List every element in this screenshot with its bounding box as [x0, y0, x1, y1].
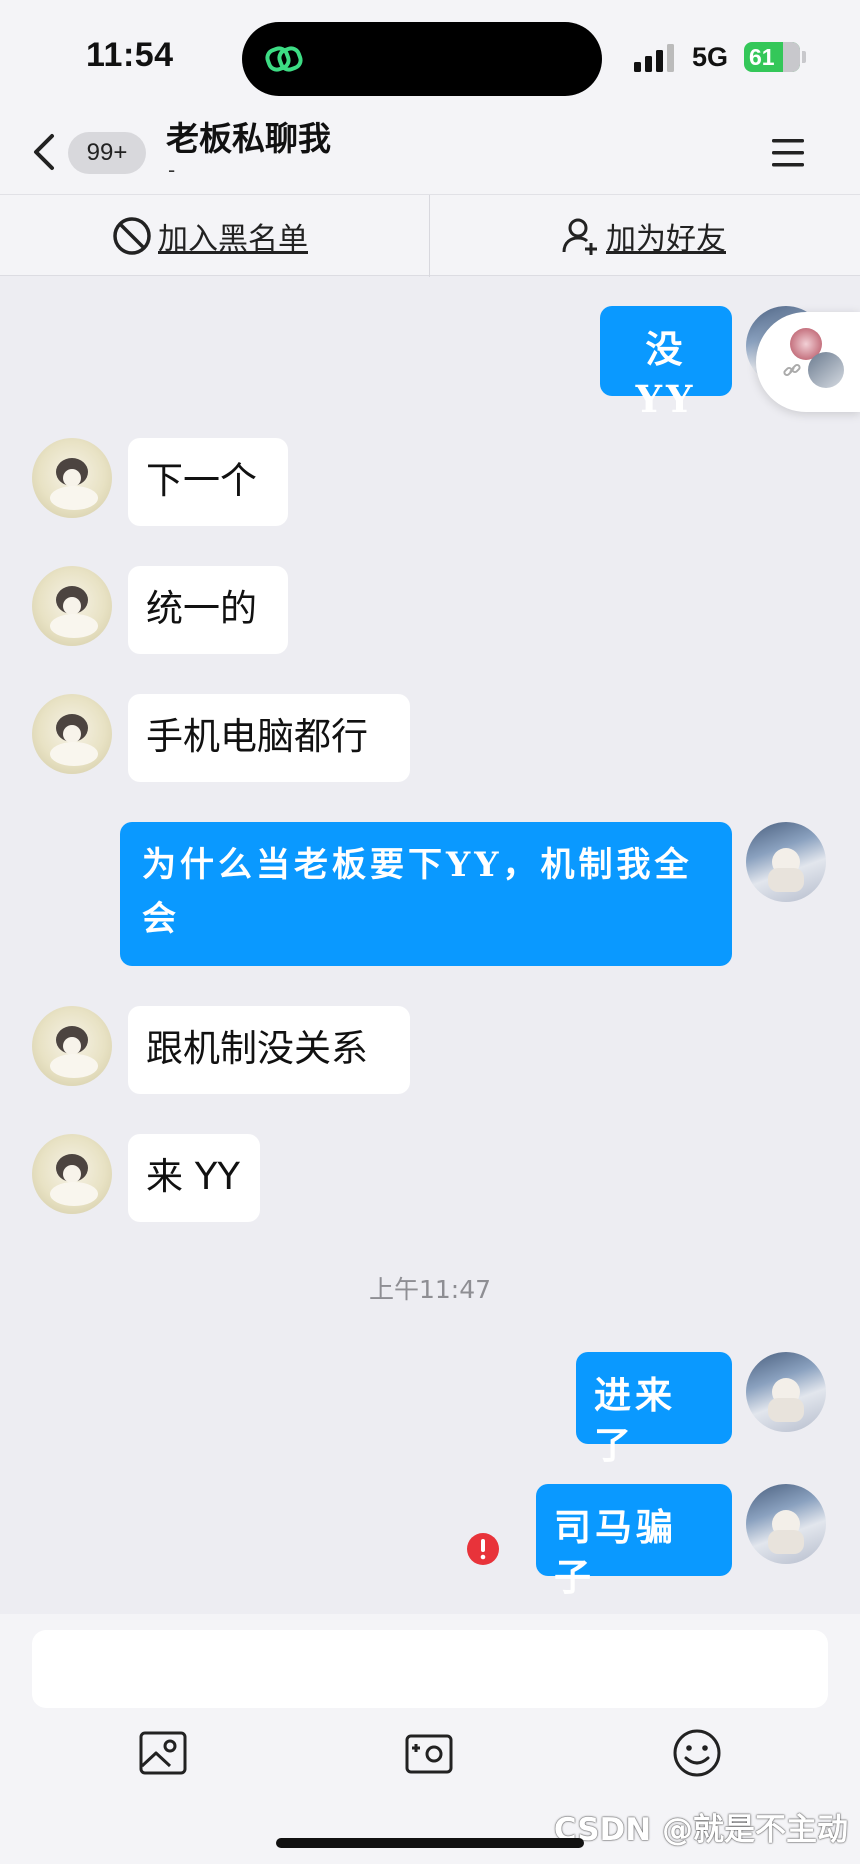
add-to-blacklist-button[interactable]: 加入黑名单: [110, 195, 308, 277]
send-failed-icon[interactable]: [466, 1532, 500, 1566]
message-input[interactable]: [32, 1630, 828, 1708]
message-bubble-incoming[interactable]: 下一个: [128, 438, 288, 526]
chat-header: 99+ 老板私聊我 -: [0, 110, 860, 194]
add-user-icon: [562, 218, 597, 255]
contact-avatar[interactable]: [32, 566, 112, 646]
message-bubble-outgoing[interactable]: 没YY: [600, 306, 732, 421]
stranger-action-bar: 加入黑名单 加为好友: [0, 194, 860, 277]
my-avatar[interactable]: [746, 1484, 826, 1564]
my-avatar[interactable]: [746, 1352, 826, 1432]
back-chevron-icon[interactable]: [30, 130, 60, 174]
message-bubble-outgoing[interactable]: 进来了: [576, 1352, 732, 1467]
home-indicator[interactable]: [276, 1838, 584, 1848]
signal-icon: [634, 44, 674, 72]
composer: CSDN @就是不主动: [0, 1614, 860, 1864]
message-timestamp: 上午11:47: [368, 1275, 492, 1304]
add-friend-button[interactable]: 加为好友: [558, 195, 726, 277]
message-bubble-incoming[interactable]: 手机电脑都行: [128, 694, 410, 782]
battery-level: 61: [749, 43, 775, 70]
message-bubble-outgoing[interactable]: 为什么当老板要下YY，机制我全会: [120, 822, 732, 966]
widget-avatar: [808, 352, 844, 388]
my-avatar[interactable]: [746, 822, 826, 902]
block-icon: [113, 217, 151, 255]
network-label: 5G: [692, 42, 729, 72]
dynamic-island: [242, 22, 602, 96]
add-friend-label: 加为好友: [606, 222, 726, 257]
battery-tip: [802, 51, 806, 63]
message-bubble-incoming[interactable]: 跟机制没关系: [128, 1006, 410, 1094]
chat-subtitle: -: [168, 158, 176, 182]
link-icon: [783, 363, 801, 377]
status-bar: 11:54 5G 61: [0, 0, 860, 110]
message-bubble-incoming[interactable]: 来 YY: [128, 1134, 260, 1222]
message-bubble-outgoing[interactable]: 司马骗子: [536, 1484, 732, 1599]
floating-contacts-widget[interactable]: [756, 312, 860, 412]
app-activity-icon: [265, 46, 303, 72]
contact-avatar[interactable]: [32, 694, 112, 774]
message-bubble-incoming[interactable]: 统一的: [128, 566, 288, 654]
add-to-blacklist-label: 加入黑名单: [158, 222, 308, 257]
action-divider: [429, 195, 430, 277]
unread-count-badge[interactable]: 99+: [68, 132, 146, 174]
emoji-icon[interactable]: [670, 1726, 724, 1780]
status-time: 11:54: [86, 36, 174, 74]
contact-avatar[interactable]: [32, 1006, 112, 1086]
image-icon[interactable]: [136, 1726, 190, 1780]
menu-icon[interactable]: [770, 136, 806, 170]
contact-avatar[interactable]: [32, 438, 112, 518]
battery-indicator: 61: [744, 42, 800, 72]
watermark: CSDN @就是不主动: [553, 1812, 848, 1848]
chat-title: 老板私聊我: [166, 119, 331, 158]
contact-avatar[interactable]: [32, 1134, 112, 1214]
camera-icon[interactable]: [402, 1726, 456, 1780]
